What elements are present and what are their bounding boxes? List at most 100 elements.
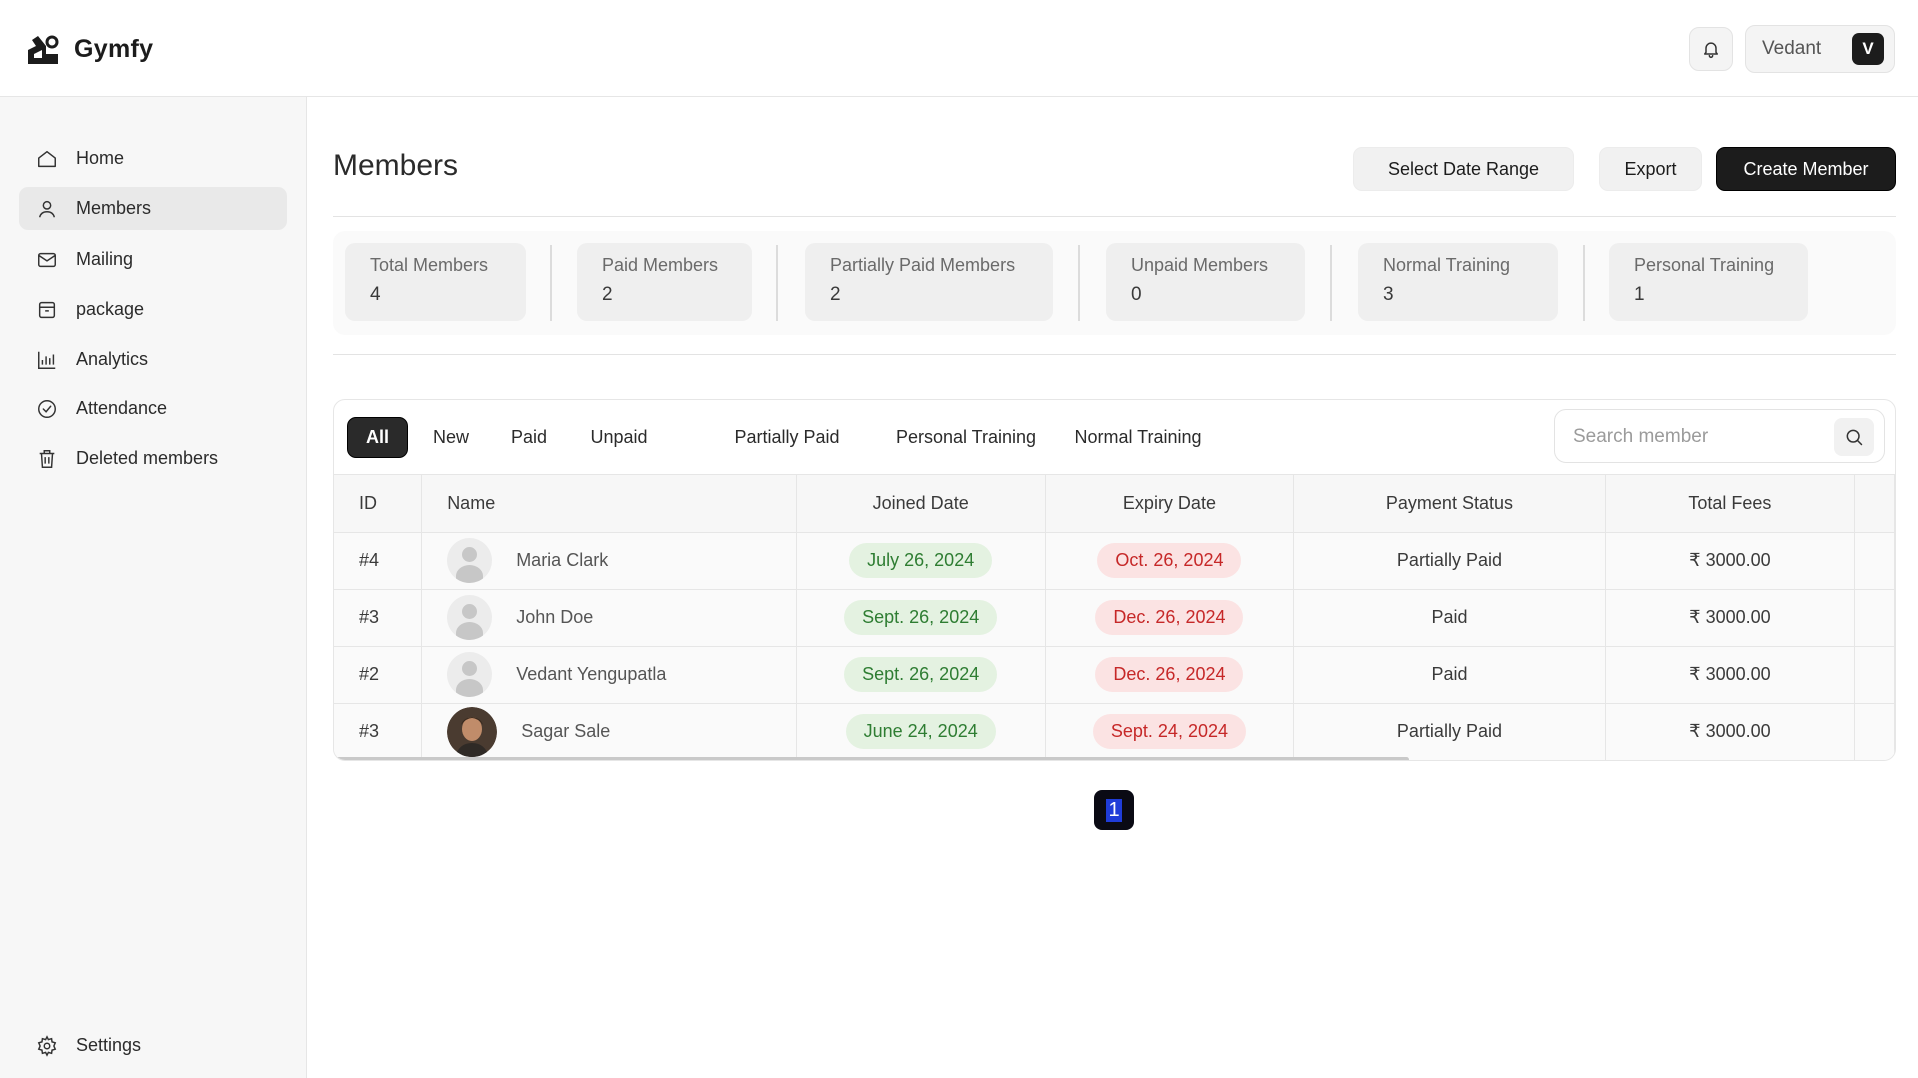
member-name-cell: Vedant Yengupatla xyxy=(421,646,797,704)
tab-normal-training[interactable]: Normal Training xyxy=(1063,417,1213,458)
expiry-date-badge: Sept. 24, 2024 xyxy=(1092,714,1246,749)
sidebar-item-label: Members xyxy=(76,198,152,218)
sidebar-item-members[interactable]: Members xyxy=(19,187,287,230)
table-row[interactable]: #4 Maria Clark July 26, 2024 Oct. 26, 20… xyxy=(334,532,1895,590)
user-menu[interactable]: Vedant V xyxy=(1745,25,1895,73)
search-input[interactable] xyxy=(1573,422,1823,452)
sidebar: Home Members Mailing package Analytics A… xyxy=(0,97,307,1078)
column-header-name[interactable]: Name xyxy=(421,475,797,533)
select-date-range-button[interactable]: Select Date Range xyxy=(1353,147,1574,191)
joined-date-badge: July 26, 2024 xyxy=(849,543,993,578)
joined-date-badge: Sept. 26, 2024 xyxy=(844,600,998,635)
tab-new[interactable]: New xyxy=(416,417,486,458)
pagination-page-button[interactable]: 1 xyxy=(1094,790,1134,830)
check-circle-icon xyxy=(38,399,56,418)
payment-status: Paid xyxy=(1293,589,1606,647)
stat-label: Paid Members xyxy=(602,255,719,275)
sidebar-item-label: Settings xyxy=(76,1035,142,1055)
stat-label: Partially Paid Members xyxy=(830,255,1016,275)
stat-card-personal-training: Personal Training 1 xyxy=(1609,243,1808,321)
tab-personal-training[interactable]: Personal Training xyxy=(886,417,1046,458)
sidebar-item-mailing[interactable]: Mailing xyxy=(19,238,287,281)
stat-label: Unpaid Members xyxy=(1131,255,1269,275)
brand[interactable]: Gymfy xyxy=(24,30,153,68)
stat-card-paid-members: Paid Members 2 xyxy=(577,243,752,321)
sidebar-item-settings[interactable]: Settings xyxy=(19,1024,287,1067)
extra-cell xyxy=(1854,532,1895,590)
stat-value: 2 xyxy=(830,284,841,305)
gear-icon xyxy=(37,1034,57,1057)
stat-value: 0 xyxy=(1131,284,1142,305)
total-fees: ₹ 3000.00 xyxy=(1605,589,1856,647)
total-fees: ₹ 3000.00 xyxy=(1605,703,1856,760)
horizontal-scrollbar[interactable] xyxy=(334,757,1409,760)
column-header-joined-date[interactable]: Joined Date xyxy=(796,475,1046,533)
sidebar-item-analytics[interactable]: Analytics xyxy=(19,338,287,381)
search-box xyxy=(1554,409,1885,463)
joined-date-cell: Sept. 26, 2024 xyxy=(796,646,1046,704)
sidebar-item-deleted-members[interactable]: Deleted members xyxy=(19,437,287,480)
page-title: Members xyxy=(333,149,459,182)
sidebar-item-package[interactable]: package xyxy=(19,288,287,331)
column-header-id[interactable]: ID xyxy=(334,475,423,533)
joined-date-badge: June 24, 2024 xyxy=(845,714,996,749)
top-bar: Gymfy Vedant V xyxy=(0,0,1918,97)
avatar-photo xyxy=(447,706,498,757)
sidebar-item-label: Attendance xyxy=(76,398,168,418)
member-name[interactable]: Maria Clark xyxy=(516,550,608,571)
table-row[interactable]: #2 Vedant Yengupatla Sept. 26, 2024 Dec.… xyxy=(334,646,1895,704)
member-name[interactable]: Sagar Sale xyxy=(521,721,610,742)
user-icon xyxy=(38,200,56,217)
search-button[interactable] xyxy=(1834,418,1874,456)
sidebar-item-label: Mailing xyxy=(76,249,134,269)
member-name-cell: Maria Clark xyxy=(421,532,797,590)
tab-unpaid[interactable]: Unpaid xyxy=(574,417,664,458)
create-member-button[interactable]: Create Member xyxy=(1716,147,1896,191)
member-name-cell: John Doe xyxy=(421,589,797,647)
avatar-placeholder-icon xyxy=(447,595,493,640)
table-row[interactable]: #3 Sagar Sale June 24, 2024 Sept. 24, 20… xyxy=(334,703,1895,760)
stat-separator xyxy=(1583,245,1585,321)
brand-name: Gymfy xyxy=(74,34,154,63)
tab-all[interactable]: All xyxy=(347,417,408,458)
extra-cell xyxy=(1854,589,1895,647)
table-row[interactable]: #3 John Doe Sept. 26, 2024 Dec. 26, 2024… xyxy=(334,589,1895,647)
payment-status: Partially Paid xyxy=(1293,532,1606,590)
members-table-card: All New Paid Unpaid Partially Paid Perso… xyxy=(333,399,1896,761)
member-name-cell: Sagar Sale xyxy=(421,703,797,760)
member-id: #2 xyxy=(334,646,423,704)
expiry-date-cell: Dec. 26, 2024 xyxy=(1045,589,1295,647)
column-header-total-fees[interactable]: Total Fees xyxy=(1605,475,1856,533)
filter-tabs: All New Paid Unpaid Partially Paid Perso… xyxy=(334,400,1895,475)
joined-date-cell: Sept. 26, 2024 xyxy=(796,589,1046,647)
member-name[interactable]: Vedant Yengupatla xyxy=(516,664,666,685)
member-id: #3 xyxy=(334,703,423,760)
column-header-payment-status[interactable]: Payment Status xyxy=(1293,475,1606,533)
stat-separator xyxy=(1330,245,1332,321)
tab-paid[interactable]: Paid xyxy=(494,417,564,458)
payment-status: Partially Paid xyxy=(1293,703,1606,760)
member-name[interactable]: John Doe xyxy=(516,607,593,628)
table-header-row: ID Name Joined Date Expiry Date Payment … xyxy=(334,475,1895,533)
notifications-button[interactable] xyxy=(1689,27,1733,71)
export-button[interactable]: Export xyxy=(1599,147,1702,191)
stat-value: 3 xyxy=(1383,284,1394,305)
column-header-expiry-date[interactable]: Expiry Date xyxy=(1045,475,1295,533)
avatar-placeholder-icon xyxy=(447,538,493,583)
mail-icon xyxy=(38,252,56,267)
user-name: Vedant xyxy=(1762,38,1822,59)
stat-separator xyxy=(550,245,552,321)
expiry-date-badge: Oct. 26, 2024 xyxy=(1097,543,1242,578)
sidebar-item-attendance[interactable]: Attendance xyxy=(19,387,287,430)
sidebar-item-label: Home xyxy=(76,148,125,168)
expiry-date-cell: Sept. 24, 2024 xyxy=(1045,703,1295,760)
gymfy-logo-icon xyxy=(28,35,59,64)
payment-status: Paid xyxy=(1293,646,1606,704)
sidebar-item-home[interactable]: Home xyxy=(19,137,287,180)
tab-partially-paid[interactable]: Partially Paid xyxy=(722,417,852,458)
expiry-date-badge: Dec. 26, 2024 xyxy=(1095,657,1244,692)
avatar-placeholder-icon xyxy=(447,652,493,697)
stat-value: 2 xyxy=(602,284,613,305)
sidebar-item-label: package xyxy=(76,299,145,319)
home-icon xyxy=(38,150,56,167)
